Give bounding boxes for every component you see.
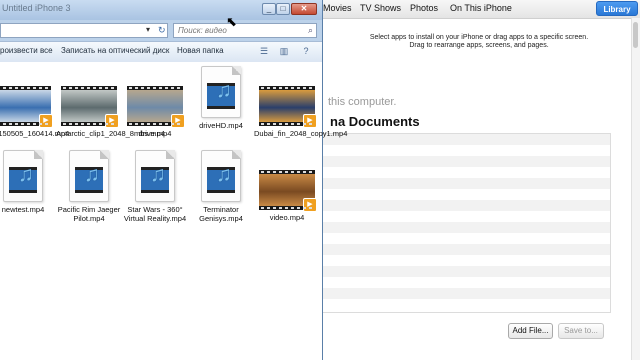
close-button[interactable]: ✕ bbox=[291, 3, 317, 15]
itunes-window: Movies TV Shows Photos On This iPhone Li… bbox=[318, 0, 640, 360]
file-item[interactable]: ▶ video.mp4 bbox=[254, 150, 320, 222]
file-item[interactable]: ♫ Pacific Rim Jaeger Pilot.mp4 bbox=[56, 150, 122, 223]
video-thumbnail: ▶ bbox=[259, 86, 317, 128]
apps-instructions: Select apps to install on your iPhone or… bbox=[318, 34, 640, 50]
file-name: Antarctic_clip1_2048_8mbs.mp4 bbox=[56, 129, 165, 138]
search-input[interactable]: Поиск: видео ⌕ bbox=[173, 23, 317, 38]
tab-movies[interactable]: Movies bbox=[323, 3, 352, 13]
play-badge-icon: ▶ bbox=[303, 198, 317, 212]
save-to-button[interactable]: Save to... bbox=[558, 323, 604, 339]
file-name: drive.mp4 bbox=[138, 129, 172, 138]
file-name: Star Wars - 360° Virtual Reality.mp4 bbox=[123, 205, 187, 223]
search-icon[interactable]: ⌕ bbox=[308, 25, 313, 36]
address-bar[interactable]: ▾ ↻ bbox=[0, 23, 168, 38]
file-item[interactable]: ▶ Antarctic_clip1_2048_8mbs.mp4 bbox=[56, 66, 165, 138]
chevron-down-icon[interactable]: ▾ bbox=[146, 25, 150, 34]
file-item[interactable]: ♫ Terminator Genisys.mp4 bbox=[188, 150, 254, 223]
minimize-button[interactable]: _ bbox=[262, 3, 276, 15]
file-item[interactable]: ▶ Dubai_fin_2048_copy1.mp4 bbox=[254, 66, 348, 138]
maximize-button[interactable]: □ bbox=[276, 3, 290, 15]
file-name: Terminator Genisys.mp4 bbox=[199, 205, 243, 223]
burn-disc-button[interactable]: Записать на оптический диск bbox=[61, 46, 169, 55]
file-name: video.mp4 bbox=[269, 213, 305, 222]
documents-list[interactable] bbox=[320, 133, 611, 313]
file-item[interactable]: ♫ driveHD.mp4 bbox=[188, 66, 254, 130]
instructions-line-2: Drag to rearrange apps, screens, and pag… bbox=[409, 42, 549, 49]
explorer-window: Untitled iPhone 3 _ □ ✕ ▾ ↻ Поиск: видео… bbox=[0, 0, 348, 360]
tab-photos[interactable]: Photos bbox=[410, 3, 438, 13]
explorer-titlebar[interactable]: Untitled iPhone 3 _ □ ✕ bbox=[0, 0, 322, 20]
explorer-toolbar: роизвести все Записать на оптический дис… bbox=[0, 41, 322, 63]
play-badge-icon: ▶ bbox=[171, 114, 185, 128]
scrollbar-thumb[interactable] bbox=[633, 22, 638, 48]
itunes-scrollbar[interactable] bbox=[631, 18, 640, 360]
media-file-icon: ♫ bbox=[135, 150, 175, 202]
video-thumbnail: ▶ bbox=[0, 86, 53, 128]
play-badge-icon: ▶ bbox=[105, 114, 119, 128]
file-item[interactable]: ▶ drive.mp4 bbox=[122, 66, 188, 138]
media-file-icon: ♫ bbox=[69, 150, 109, 202]
file-view[interactable]: ▶20150505_160414.mp4▶Antarctic_clip1_204… bbox=[0, 62, 348, 360]
window-title: Untitled iPhone 3 bbox=[2, 3, 71, 13]
video-thumbnail: ▶ bbox=[127, 86, 185, 128]
video-thumbnail: ▶ bbox=[61, 86, 119, 128]
view-options-icon[interactable]: ☰ bbox=[258, 45, 270, 57]
tab-on-this-iphone[interactable]: On This iPhone bbox=[450, 3, 512, 13]
file-item[interactable]: ♫ newtest.mp4 bbox=[0, 150, 56, 214]
computer-notice: this computer. bbox=[328, 96, 397, 108]
refresh-icon[interactable]: ↻ bbox=[158, 25, 166, 36]
explorer-nav-row: ▾ ↻ Поиск: видео ⌕ bbox=[0, 20, 322, 40]
help-icon[interactable]: ? bbox=[300, 45, 312, 57]
file-name: Dubai_fin_2048_copy1.mp4 bbox=[254, 129, 348, 138]
media-file-icon: ♫ bbox=[3, 150, 43, 202]
media-file-icon: ♫ bbox=[201, 66, 241, 118]
file-name: 20150505_160414.mp4 bbox=[0, 129, 70, 138]
itunes-tab-bar: Movies TV Shows Photos On This iPhone Li… bbox=[318, 0, 640, 19]
new-folder-button[interactable]: Новая папка bbox=[177, 46, 224, 55]
documents-heading: na Documents bbox=[330, 114, 420, 129]
play-all-button[interactable]: роизвести все bbox=[0, 46, 53, 55]
add-file-button[interactable]: Add File... bbox=[508, 323, 553, 339]
instructions-line-1: Select apps to install on your iPhone or… bbox=[369, 34, 589, 41]
media-file-icon: ♫ bbox=[201, 150, 241, 202]
file-item[interactable]: ▶20150505_160414.mp4 bbox=[0, 66, 70, 138]
play-badge-icon: ▶ bbox=[303, 114, 317, 128]
tab-tv-shows[interactable]: TV Shows bbox=[360, 3, 401, 13]
file-name: driveHD.mp4 bbox=[199, 121, 243, 130]
file-item[interactable]: ♫ Star Wars - 360° Virtual Reality.mp4 bbox=[122, 150, 188, 223]
play-badge-icon: ▶ bbox=[39, 114, 53, 128]
search-placeholder: Поиск: видео bbox=[178, 26, 227, 35]
file-name: newtest.mp4 bbox=[1, 205, 45, 214]
preview-pane-icon[interactable]: ▥ bbox=[278, 45, 290, 57]
library-button[interactable]: Library bbox=[596, 1, 638, 16]
file-name: Pacific Rim Jaeger Pilot.mp4 bbox=[57, 205, 121, 223]
video-thumbnail: ▶ bbox=[259, 170, 317, 212]
mouse-cursor-icon: ⬉ bbox=[226, 14, 237, 29]
